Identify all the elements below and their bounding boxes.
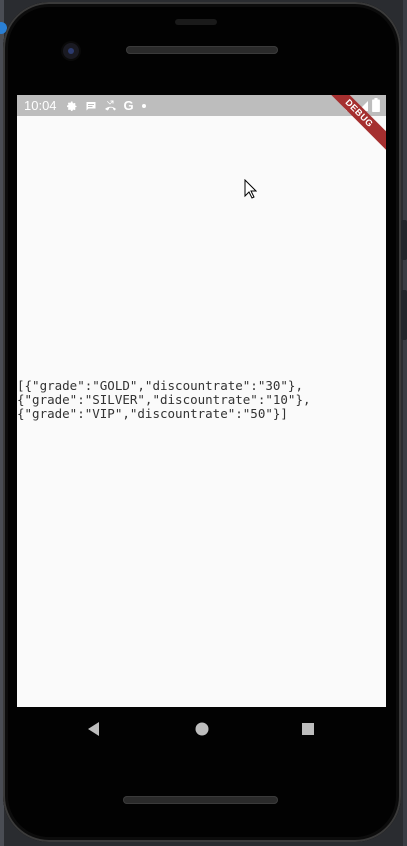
front-camera-icon xyxy=(63,43,79,59)
window-right-edge xyxy=(403,0,407,846)
message-icon xyxy=(85,100,97,112)
earpiece-speaker xyxy=(126,46,278,54)
bottom-speaker xyxy=(123,796,278,804)
google-g-icon: G xyxy=(123,98,134,113)
battery-icon xyxy=(372,98,380,117)
dot-icon xyxy=(141,103,147,109)
status-bar: 10:04 G DEBUG xyxy=(17,95,386,157)
json-output-text: [{"grade":"GOLD","discountrate":"30"}, {… xyxy=(17,378,311,421)
mouse-pointer-icon xyxy=(244,178,258,204)
volume-button[interactable] xyxy=(401,290,407,340)
notification-icons: G xyxy=(66,98,147,113)
back-icon[interactable] xyxy=(86,721,102,737)
status-clock: 10:04 xyxy=(24,98,57,113)
power-button[interactable] xyxy=(401,220,407,260)
top-sensor-slit xyxy=(175,19,217,25)
recents-icon[interactable] xyxy=(300,721,316,737)
app-screen: 10:04 G DEBUG [{"grade":"GOLD","discount… xyxy=(17,95,386,707)
home-icon[interactable] xyxy=(194,721,210,737)
settings-gear-icon xyxy=(66,100,78,112)
missed-call-icon xyxy=(104,100,117,112)
navigation-bar xyxy=(17,707,386,751)
